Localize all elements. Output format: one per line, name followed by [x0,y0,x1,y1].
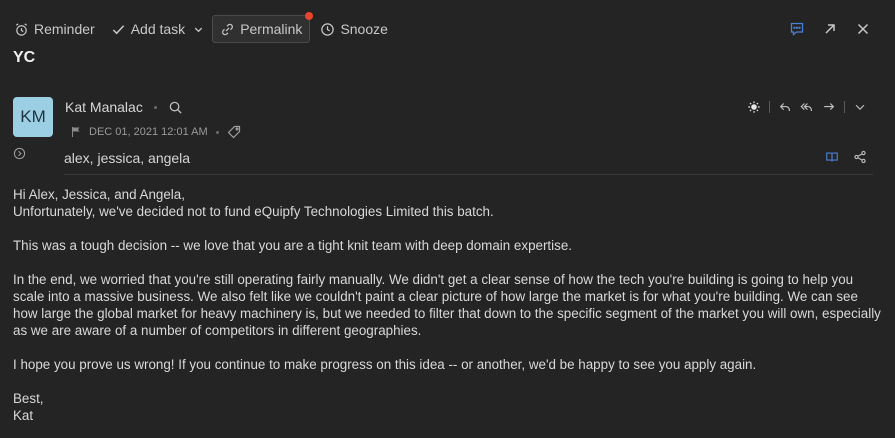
email-body: Hi Alex, Jessica, and Angela, Unfortunat… [13,186,883,424]
arrow-up-right-icon [825,24,835,34]
divider [844,101,845,113]
clock-icon [321,22,335,36]
header-divider [64,174,873,175]
divider [769,101,770,113]
notification-dot [305,12,314,20]
snooze-label: Snooze [340,21,388,37]
chevron-down-icon[interactable] [853,100,867,114]
body-paragraph: I hope you prove us wrong! If you contin… [13,357,757,372]
date-row: DEC 01, 2021 12:01 AM [70,125,241,139]
reply-icon[interactable] [778,100,792,114]
book-icon[interactable] [825,150,839,164]
sender-row: Kat Manalac [65,99,183,115]
share-icon[interactable] [853,150,867,164]
reminder-button[interactable]: Reminder [8,15,101,43]
signature: Kat [13,408,34,423]
recipients-list[interactable]: alex, jessica, angela [64,150,190,166]
reminder-label: Reminder [34,21,95,37]
body-paragraph: This was a tough decision -- we love tha… [13,238,572,253]
forward-icon[interactable] [822,100,836,114]
permalink-button[interactable]: Permalink [212,12,314,43]
message-actions [747,100,867,114]
link-icon [222,23,234,35]
greeting: Hi Alex, Jessica, and Angela, [13,187,185,202]
message-date: DEC 01, 2021 12:01 AM [89,126,208,138]
email-subject: YC [13,49,36,66]
close-icon [857,23,869,35]
sender-name[interactable]: Kat Manalac [65,99,143,115]
message-toolbar: Reminder Add task Permalink Snooze [8,12,394,44]
body-paragraph: In the end, we worried that you're still… [13,272,881,338]
comment-button[interactable] [789,21,805,37]
tag-icon[interactable] [227,125,241,139]
brightness-icon[interactable] [747,100,761,114]
message-side-icons [825,150,867,164]
snooze-button[interactable]: Snooze [314,15,393,43]
chevron-down-icon [195,27,203,32]
permalink-label: Permalink [240,21,303,37]
close-button[interactable] [855,21,871,37]
add-task-label: Add task [130,21,186,37]
separator-dot [215,130,219,134]
checkmark-icon [112,24,124,34]
avatar[interactable]: KM [13,97,53,137]
flag-icon[interactable] [70,126,82,138]
body-line: Unfortunately, we've decided not to fund… [13,204,494,219]
popout-button[interactable] [822,21,838,37]
add-task-dropdown[interactable] [191,15,208,43]
search-icon[interactable] [168,100,183,115]
expand-details-button[interactable] [13,147,26,163]
reply-all-icon[interactable] [800,100,814,114]
circle-chevron-right-icon [13,147,26,160]
signoff: Best, [13,391,44,406]
comment-icon [790,22,804,36]
add-task-button[interactable]: Add task [105,15,191,43]
separator-dot [153,105,157,109]
alarm-clock-icon [15,22,28,36]
window-controls [789,21,871,37]
